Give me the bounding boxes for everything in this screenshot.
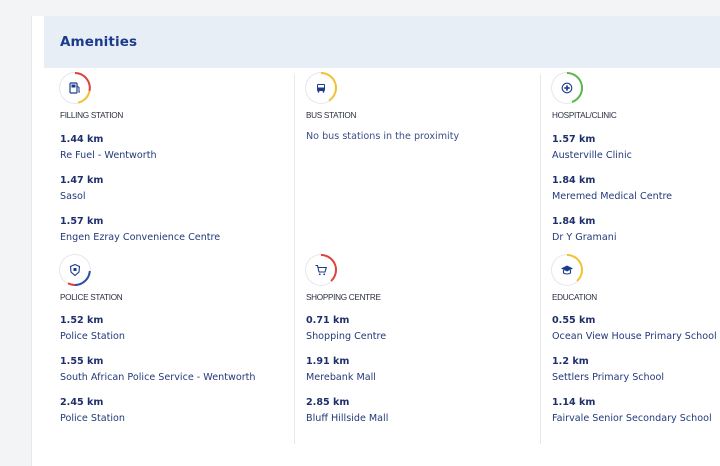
place-name: Shopping Centre bbox=[306, 331, 387, 342]
place-name: South African Police Service - Wentworth bbox=[60, 372, 256, 383]
distance: 1.44 km bbox=[60, 134, 104, 145]
bus-icon bbox=[317, 84, 325, 93]
category-shopping-centre: SHOPPING CENTRE 0.71 km Shopping Centre … bbox=[306, 253, 546, 435]
amenities-header: Amenities bbox=[44, 16, 720, 68]
list-item: 1.14 km Fairvale Senior Secondary School bbox=[552, 397, 712, 425]
list-item: 2.45 km Police Station bbox=[60, 397, 125, 425]
graduation-cap-icon bbox=[561, 265, 573, 275]
distance: 1.57 km bbox=[60, 216, 104, 227]
place-name: Police Station bbox=[60, 331, 125, 342]
amenities-card: Amenities FILLING STATION 1.44 km Re Fue… bbox=[31, 16, 720, 466]
place-name: Fairvale Senior Secondary School bbox=[552, 413, 712, 424]
category-icon-badge bbox=[552, 71, 583, 103]
distance: 1.47 km bbox=[60, 175, 104, 186]
list-item: 1.55 km South African Police Service - W… bbox=[60, 356, 255, 384]
police-badge-icon bbox=[69, 263, 81, 277]
place-name: Police Station bbox=[60, 413, 125, 424]
place-name: Ocean View House Primary School bbox=[552, 331, 717, 342]
list-item: 0.71 km Shopping Centre bbox=[306, 315, 386, 343]
place-name: Bluff Hillside Mall bbox=[306, 413, 389, 424]
place-name: Sasol bbox=[60, 191, 86, 202]
category-bus-station: BUS STATION No bus stations in the proxi… bbox=[306, 71, 546, 253]
shopping-cart-icon bbox=[315, 264, 328, 276]
distance: 1.2 km bbox=[552, 356, 589, 367]
distance: 1.14 km bbox=[552, 397, 596, 408]
list-item: 1.52 km Police Station bbox=[60, 315, 125, 343]
distance: 1.84 km bbox=[552, 216, 596, 227]
place-name: Meremed Medical Centre bbox=[552, 191, 673, 202]
category-label: SHOPPING CENTRE bbox=[306, 293, 381, 302]
category-education: EDUCATION 0.55 km Ocean View House Prima… bbox=[552, 253, 720, 435]
empty-state-text: No bus stations in the proximity bbox=[306, 131, 460, 142]
distance: 0.55 km bbox=[552, 315, 596, 326]
place-name: Settlers Primary School bbox=[552, 372, 665, 383]
place-name: Re Fuel - Wentworth bbox=[60, 150, 157, 161]
list-item: 1.91 km Merebank Mall bbox=[306, 356, 376, 384]
list-item: 1.2 km Settlers Primary School bbox=[552, 356, 664, 384]
medical-cross-icon bbox=[561, 82, 573, 94]
list-item: 1.44 km Re Fuel - Wentworth bbox=[60, 134, 157, 162]
category-hospital-clinic: HOSPITAL/CLINIC 1.57 km Austerville Clin… bbox=[552, 71, 720, 253]
category-label: FILLING STATION bbox=[60, 111, 123, 120]
category-filling-station: FILLING STATION 1.44 km Re Fuel - Wentwo… bbox=[60, 72, 300, 253]
amenities-column: BUS STATION No bus stations in the proxi… bbox=[306, 71, 546, 453]
list-item: 1.84 km Dr Y Gramani bbox=[552, 216, 617, 244]
distance: 2.85 km bbox=[306, 397, 350, 408]
distance: 1.57 km bbox=[552, 134, 596, 145]
amenities-column: FILLING STATION 1.44 km Re Fuel - Wentwo… bbox=[60, 72, 300, 453]
list-item: 1.47 km Sasol bbox=[60, 175, 103, 203]
category-police-station: POLICE STATION 1.52 km Police Station 1.… bbox=[60, 255, 300, 435]
distance: 1.52 km bbox=[60, 315, 104, 326]
section-title: Amenities bbox=[60, 34, 138, 50]
distance: 2.45 km bbox=[60, 397, 104, 408]
category-label: POLICE STATION bbox=[60, 293, 123, 302]
list-item: 0.55 km Ocean View House Primary School bbox=[552, 315, 717, 343]
category-label: HOSPITAL/CLINIC bbox=[552, 111, 617, 120]
distance: 1.91 km bbox=[306, 356, 350, 367]
place-name: Dr Y Gramani bbox=[552, 232, 617, 243]
category-label: EDUCATION bbox=[552, 293, 597, 302]
distance: 1.55 km bbox=[60, 356, 104, 367]
place-name: Merebank Mall bbox=[306, 372, 376, 383]
category-icon-badge bbox=[306, 71, 337, 103]
distance: 1.84 km bbox=[552, 175, 596, 186]
category-icon-badge bbox=[60, 72, 91, 104]
distance: 0.71 km bbox=[306, 315, 350, 326]
category-icon-badge bbox=[552, 253, 583, 285]
category-label: BUS STATION bbox=[306, 111, 357, 120]
fuel-pump-icon bbox=[69, 82, 80, 94]
list-item: 1.57 km Engen Ezray Convenience Centre bbox=[60, 216, 220, 244]
list-item: 2.85 km Bluff Hillside Mall bbox=[306, 397, 388, 425]
amenities-column: HOSPITAL/CLINIC 1.57 km Austerville Clin… bbox=[552, 71, 720, 453]
category-icon-badge bbox=[60, 255, 91, 287]
category-icon-badge bbox=[306, 253, 337, 285]
list-item: 1.84 km Meremed Medical Centre bbox=[552, 175, 672, 203]
place-name: Austerville Clinic bbox=[552, 150, 632, 161]
place-name: Engen Ezray Convenience Centre bbox=[60, 232, 221, 243]
list-item: 1.57 km Austerville Clinic bbox=[552, 134, 632, 162]
